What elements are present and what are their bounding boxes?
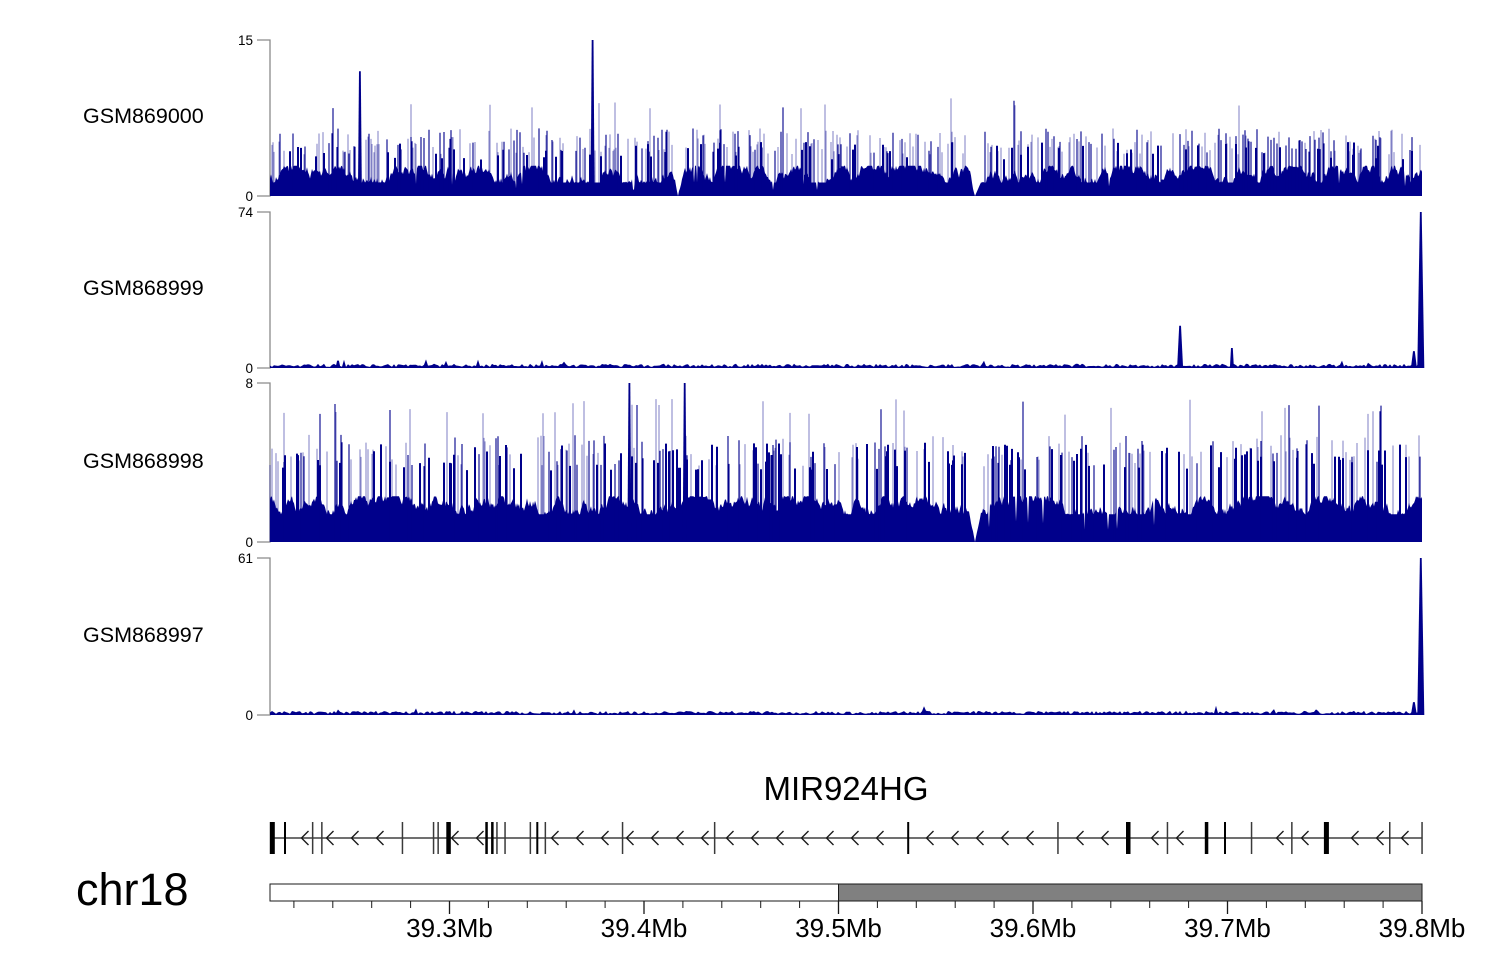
ruler-tick-label: 39.5Mb — [795, 913, 882, 943]
exon-block — [1224, 822, 1226, 854]
coverage-peak — [1417, 558, 1424, 715]
exon-block — [1126, 822, 1131, 854]
gene-title: MIR924HG — [270, 772, 1422, 805]
y-max-label: 61 — [238, 551, 253, 566]
ruler-major-ticks — [450, 901, 1423, 914]
coverage-peak — [358, 71, 362, 196]
track-y-axis — [257, 40, 270, 196]
exon-block — [437, 822, 439, 854]
chromosome-label: chr18 — [76, 867, 189, 912]
track-label: GSM869000 — [83, 106, 204, 128]
coverage-peak — [1417, 212, 1424, 368]
ruler-tick-label: 39.8Mb — [1379, 913, 1466, 943]
ruler-tick-label: 39.3Mb — [406, 913, 493, 943]
y-zero-label: 0 — [245, 189, 253, 204]
exon-block — [530, 822, 532, 854]
coverage-peak — [1177, 326, 1183, 368]
exon-block — [270, 822, 275, 854]
track-signal — [270, 383, 1422, 542]
exon-block — [402, 822, 404, 854]
y-max-label: 8 — [245, 376, 253, 391]
ruler-bar-plain — [270, 884, 839, 901]
track-signal — [270, 558, 1424, 715]
gene-model — [270, 822, 1423, 854]
figure-canvas: 1507408061039.3Mb39.4Mb39.5Mb39.6Mb39.7M… — [0, 0, 1500, 980]
exon-block — [491, 822, 494, 854]
exon-block — [1389, 822, 1391, 854]
coverage-baseline — [270, 706, 1422, 715]
ruler-tick-label: 39.7Mb — [1184, 913, 1271, 943]
track-label: GSM868997 — [83, 625, 204, 647]
exon-block — [545, 822, 547, 854]
exon-block — [907, 822, 909, 854]
genome-coverage-figure: 1507408061039.3Mb39.4Mb39.5Mb39.6Mb39.7M… — [0, 0, 1500, 980]
exon-block — [1421, 822, 1423, 854]
exon-block — [1205, 822, 1209, 854]
exon-block — [485, 822, 488, 854]
track-y-axis — [257, 558, 270, 715]
coverage-peak — [1230, 348, 1234, 368]
exon-block — [433, 822, 435, 854]
y-zero-label: 0 — [245, 361, 253, 376]
exon-block — [1251, 822, 1253, 854]
coverage-peak — [683, 383, 687, 542]
coverage-peak — [627, 383, 631, 542]
track-label: GSM868999 — [83, 278, 204, 300]
track-label: GSM868998 — [83, 451, 204, 473]
coverage-peak — [336, 361, 341, 368]
y-zero-label: 0 — [245, 535, 253, 550]
exon-block — [504, 822, 506, 854]
exon-block — [1167, 822, 1169, 854]
ruler-tick-label: 39.6Mb — [990, 913, 1077, 943]
coverage-peak — [591, 40, 595, 196]
exon-block — [284, 822, 286, 854]
coverage-peak — [1411, 702, 1417, 715]
exon-block — [622, 822, 624, 854]
exon-block — [321, 822, 323, 854]
y-max-label: 74 — [238, 205, 254, 220]
exon-block — [1057, 822, 1059, 854]
exon-block — [536, 822, 538, 854]
track-signal — [270, 40, 1422, 196]
exon-block — [496, 822, 498, 854]
exon-block — [446, 822, 451, 854]
exon-block — [1324, 822, 1329, 854]
y-max-label: 15 — [238, 33, 253, 48]
coverage-baseline — [270, 359, 1422, 368]
track-y-axis — [257, 212, 270, 368]
coverage-block — [270, 496, 1422, 542]
y-zero-label: 0 — [245, 708, 253, 723]
exon-block — [714, 822, 716, 854]
coverage-peak — [1411, 351, 1417, 368]
track-signal — [270, 212, 1424, 368]
ruler-bar-shaded — [839, 884, 1422, 901]
track-y-axis — [257, 383, 270, 542]
exon-block — [312, 822, 314, 854]
ruler-tick-label: 39.4Mb — [601, 913, 688, 943]
exon-block — [1291, 822, 1293, 854]
